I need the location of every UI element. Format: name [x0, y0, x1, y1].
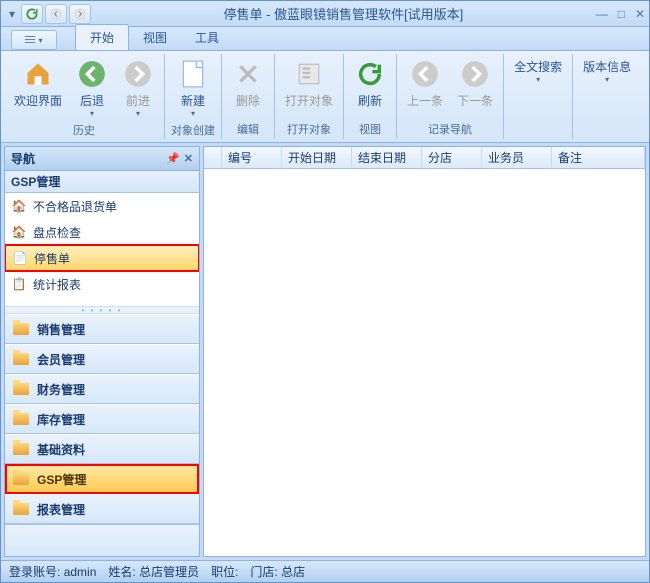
qat-dropdown-icon[interactable]: ▾ [5, 7, 19, 21]
next-record-button[interactable]: 下一条 [453, 56, 497, 111]
nav-group-member[interactable]: 会员管理 [5, 344, 199, 374]
prev-record-button[interactable]: 上一条 [403, 56, 447, 111]
ribbon-tab-row: ▾ 开始 视图 工具 [1, 27, 649, 51]
nav-group-finance[interactable]: 财务管理 [5, 374, 199, 404]
status-account: 登录账号: admin [9, 563, 96, 580]
window-controls: — □ ✕ [596, 7, 645, 21]
nav-bottom-bar [5, 524, 199, 556]
tab-tools[interactable]: 工具 [181, 25, 233, 50]
col-id[interactable]: 编号 [222, 147, 282, 168]
version-button[interactable]: 版本信息▾ [579, 56, 635, 86]
report-icon: 📋 [11, 276, 27, 292]
app-menu-button[interactable]: ▾ [11, 30, 57, 50]
ribbon-group-create: 新建▾ 对象创建 [165, 54, 222, 139]
nav-group-base[interactable]: 基础资料 [5, 434, 199, 464]
nav-group-stock[interactable]: 库存管理 [5, 404, 199, 434]
folder-icon [13, 383, 29, 395]
ribbon-group-history: 欢迎界面 后退▾ 前进▾ 历史 [4, 54, 165, 139]
nav-item-return[interactable]: 🏠不合格品退货单 [5, 193, 199, 219]
col-remark[interactable]: 备注 [552, 147, 645, 168]
grid-header: 编号 开始日期 结束日期 分店 业务员 备注 [204, 147, 645, 169]
pin-icon[interactable]: 📌 [166, 152, 180, 165]
folder-icon [13, 503, 29, 515]
close-button[interactable]: ✕ [635, 7, 645, 21]
delete-button[interactable]: 删除 [228, 56, 268, 111]
new-button[interactable]: 新建▾ [173, 56, 213, 120]
open-object-button[interactable]: 打开对象 [281, 56, 337, 111]
nav-group-sales[interactable]: 销售管理 [5, 314, 199, 344]
grid-body[interactable] [204, 169, 645, 556]
ribbon: 欢迎界面 后退▾ 前进▾ 历史 新建▾ 对象创建 删除 编辑 打开对象 打开对象… [1, 51, 649, 143]
status-role: 职位: [211, 563, 238, 580]
nav-group-reportmgr[interactable]: 报表管理 [5, 494, 199, 524]
nav-title: 导航 [11, 150, 35, 167]
col-selector[interactable] [204, 147, 222, 168]
nav-item-stop[interactable]: 📄停售单 [5, 245, 199, 271]
nav-group-header: GSP管理 [5, 171, 199, 193]
col-start[interactable]: 开始日期 [282, 147, 352, 168]
col-end[interactable]: 结束日期 [352, 147, 422, 168]
ribbon-group-open: 打开对象 打开对象 [275, 54, 344, 139]
nav-item-report[interactable]: 📋统计报表 [5, 271, 199, 297]
nav-item-check[interactable]: 🏠盘点检查 [5, 219, 199, 245]
tab-view[interactable]: 视图 [129, 25, 181, 50]
status-bar: 登录账号: admin 姓名: 总店管理员 职位: 门店: 总店 [1, 560, 649, 582]
folder-icon [13, 353, 29, 365]
ribbon-group-fullsearch: 全文搜索▾ [504, 54, 573, 139]
nav-header: 导航 📌 ✕ [5, 147, 199, 171]
welcome-button[interactable]: 欢迎界面 [10, 56, 66, 111]
back-button[interactable]: 后退▾ [72, 56, 112, 120]
nav-close-icon[interactable]: ✕ [184, 152, 193, 165]
home-icon: 🏠 [11, 198, 27, 214]
folder-icon [13, 413, 29, 425]
tab-begin[interactable]: 开始 [75, 24, 129, 50]
nav-splitter[interactable]: • • • • • [5, 306, 199, 314]
folder-icon [13, 323, 29, 335]
status-name: 姓名: 总店管理员 [108, 563, 199, 580]
ribbon-group-record-nav: 上一条 下一条 记录导航 [397, 54, 504, 139]
ribbon-group-view: 刷新 视图 [344, 54, 397, 139]
quick-access-toolbar: ▾ [5, 4, 91, 24]
content-area: 编号 开始日期 结束日期 分店 业务员 备注 [203, 146, 646, 557]
document-icon: 📄 [12, 250, 28, 266]
refresh-button[interactable]: 刷新 [350, 56, 390, 111]
fullsearch-button[interactable]: 全文搜索▾ [510, 56, 566, 86]
folder-icon [13, 473, 29, 485]
body-area: 导航 📌 ✕ GSP管理 🏠不合格品退货单 🏠盘点检查 📄停售单 📋统计报表 •… [1, 143, 649, 560]
ribbon-group-edit: 删除 编辑 [222, 54, 275, 139]
nav-groups-list: 销售管理 会员管理 财务管理 库存管理 基础资料 GSP管理 报表管理 [5, 314, 199, 524]
qat-next-button[interactable] [69, 4, 91, 24]
folder-icon [13, 443, 29, 455]
window-title: 停售单 - 傲蓝眼镜销售管理软件[试用版本] [91, 4, 596, 23]
nav-items-list: 🏠不合格品退货单 🏠盘点检查 📄停售单 📋统计报表 [5, 193, 199, 306]
maximize-button[interactable]: □ [618, 7, 625, 21]
qat-prev-button[interactable] [45, 4, 67, 24]
ribbon-group-version: 版本信息▾ [573, 54, 641, 139]
minimize-button[interactable]: — [596, 7, 608, 21]
qat-refresh-button[interactable] [21, 4, 43, 24]
nav-panel: 导航 📌 ✕ GSP管理 🏠不合格品退货单 🏠盘点检查 📄停售单 📋统计报表 •… [4, 146, 200, 557]
nav-group-gsp[interactable]: GSP管理 [5, 464, 199, 494]
home-icon: 🏠 [11, 224, 27, 240]
status-store: 门店: 总店 [250, 563, 305, 580]
col-staff[interactable]: 业务员 [482, 147, 552, 168]
forward-button[interactable]: 前进▾ [118, 56, 158, 120]
col-branch[interactable]: 分店 [422, 147, 482, 168]
